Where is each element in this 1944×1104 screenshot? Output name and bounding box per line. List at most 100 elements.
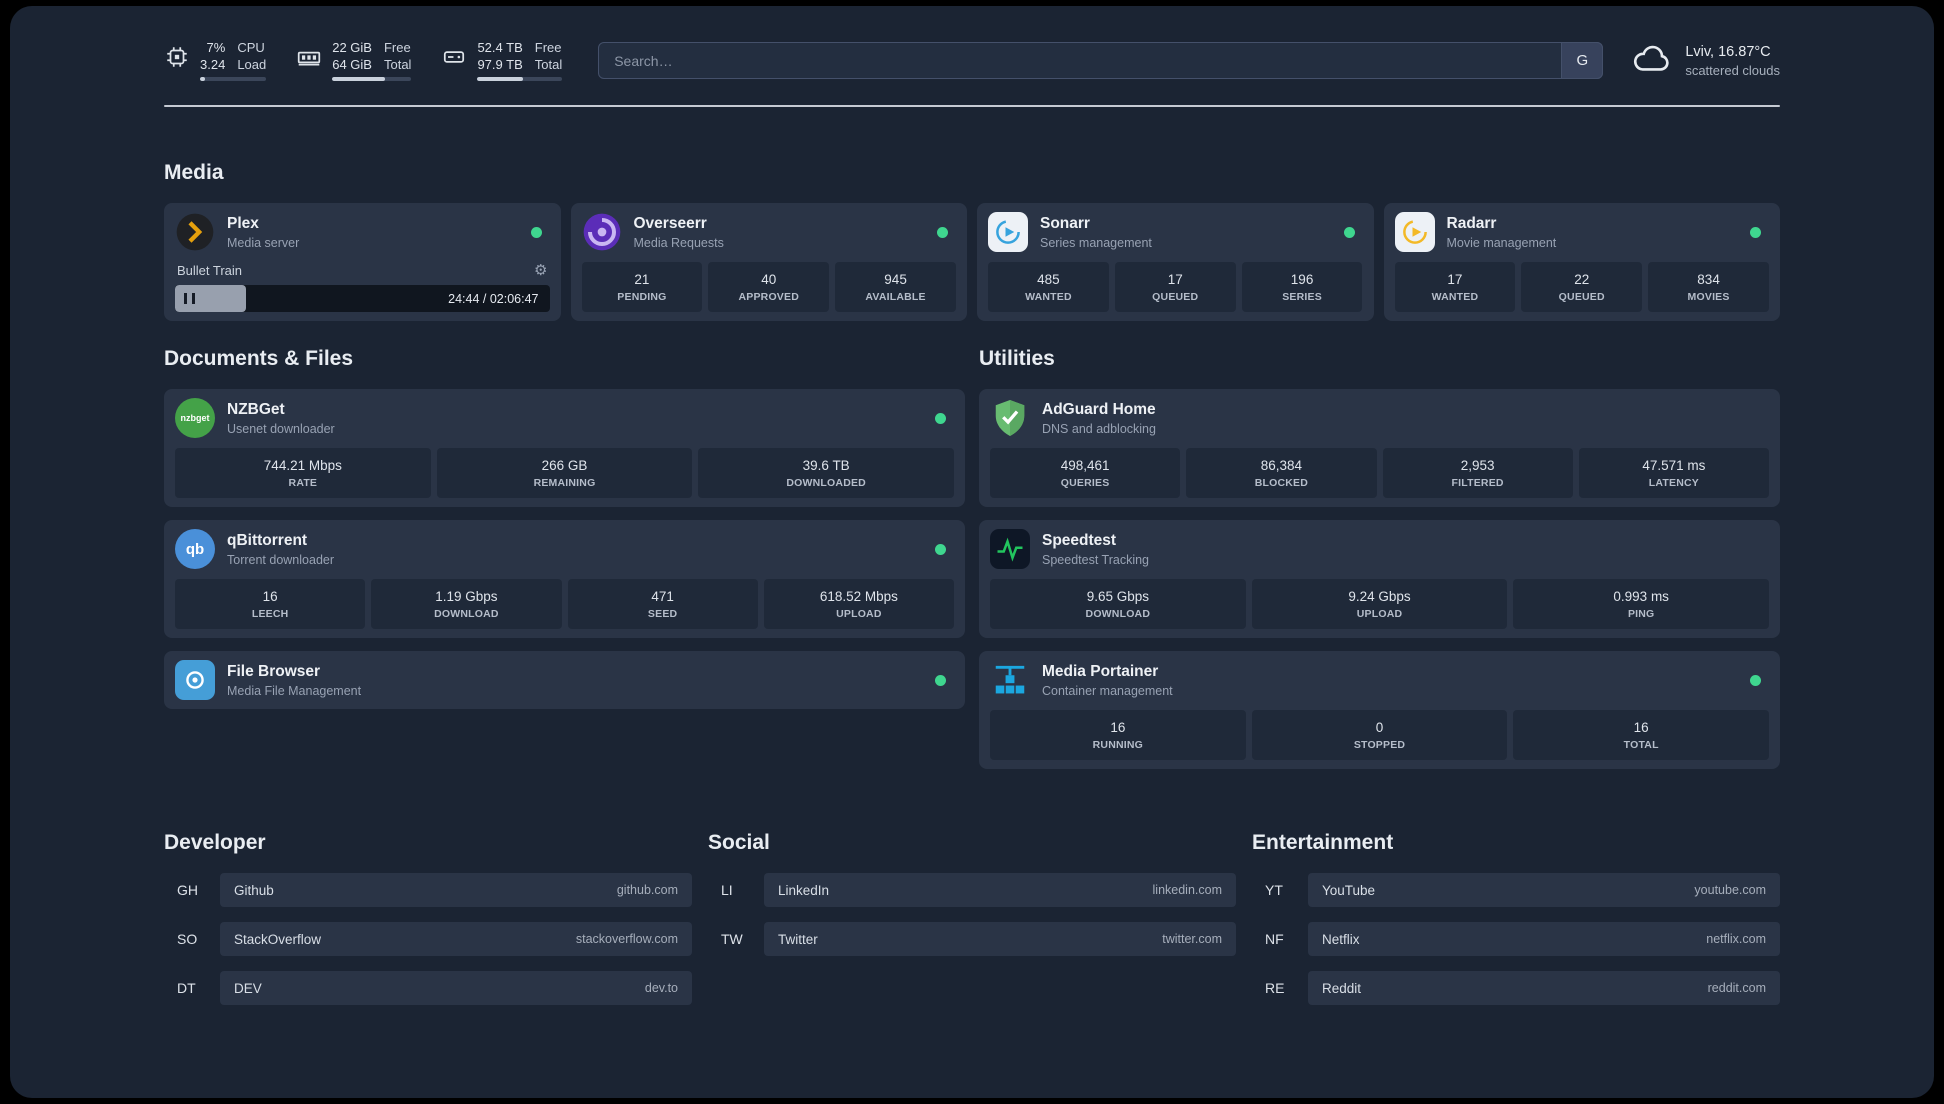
service-name: Speedtest xyxy=(1042,531,1117,549)
service-name: Overseerr xyxy=(633,214,707,232)
service-name: AdGuard Home xyxy=(1042,400,1156,418)
weather-condition: scattered clouds xyxy=(1685,62,1780,78)
service-card-overseerr: Overseerr Media Requests 21 PENDING 40 A… xyxy=(570,203,967,321)
disk-total-label: Total xyxy=(534,57,563,72)
service-card-qbittorrent: qb qBittorrent Torrent downloader 16 LEE… xyxy=(164,520,965,638)
service-card-filebrowser: File Browser Media File Management xyxy=(164,651,965,709)
bookmark-url: reddit.com xyxy=(1707,981,1766,995)
service-card-portainer: Media Portainer Container management 16 … xyxy=(979,651,1780,769)
service-desc: DNS and adblocking xyxy=(1042,421,1156,436)
service-card-radarr: Radarr Movie management 17 WANTED 22 QUE… xyxy=(1383,203,1780,321)
service-card-speedtest: Speedtest Speedtest Tracking 9.65 Gbps D… xyxy=(979,520,1780,638)
service-link-speedtest[interactable]: Speedtest Speedtest Tracking xyxy=(990,529,1769,569)
service-card-plex: Plex Media server Bullet Train ⚙ 24:44 /… xyxy=(164,203,561,321)
service-name: Radarr xyxy=(1446,214,1497,232)
section-title-utilities: Utilities xyxy=(979,347,1055,370)
stat-queries: 498,461 QUERIES xyxy=(990,448,1181,498)
bookmark-url: linkedin.com xyxy=(1152,883,1222,897)
bookmark-name: Twitter xyxy=(778,931,818,947)
service-desc: Container management xyxy=(1042,683,1173,698)
stat-latency: 47.571 ms LATENCY xyxy=(1578,448,1769,498)
speedtest-icon xyxy=(990,529,1030,569)
service-link-filebrowser[interactable]: File Browser Media File Management xyxy=(175,660,954,700)
bookmark-linkedin[interactable]: LI LinkedIn linkedin.com xyxy=(708,873,1236,907)
status-dot xyxy=(1343,226,1355,238)
service-link-radarr[interactable]: Radarr Movie management xyxy=(1394,212,1770,252)
service-link-plex[interactable]: Plex Media server xyxy=(175,212,550,252)
disk-icon xyxy=(441,44,467,75)
dashboard: 7% 3.24 CPU Load 22 GiB 64 GiB Free Tota… xyxy=(10,6,1934,1098)
bookmark-twitter[interactable]: TW Twitter twitter.com xyxy=(708,922,1236,956)
stat-queued: 22 QUEUED xyxy=(1521,262,1643,312)
disk-free-value: 52.4 TB xyxy=(477,40,523,55)
service-desc: Speedtest Tracking xyxy=(1042,552,1150,567)
memory-total-value: 64 GiB xyxy=(332,57,372,72)
cpu-load-label: Load xyxy=(237,57,267,72)
status-dot xyxy=(1750,674,1761,686)
bookmark-abbr: SO xyxy=(177,931,198,947)
bookmark-abbr: RE xyxy=(1265,980,1285,996)
bookmark-name: Reddit xyxy=(1322,980,1362,996)
service-link-nzbget[interactable]: nzbget NZBGet Usenet downloader xyxy=(175,398,954,438)
overseerr-icon xyxy=(582,212,622,252)
bookmark-name: StackOverflow xyxy=(234,931,322,947)
section-documents: Documents & Files nzbget NZBGet Usenet d… xyxy=(164,347,965,769)
sonarr-icon xyxy=(988,212,1028,252)
bookmark-abbr: TW xyxy=(721,931,743,947)
service-link-sonarr[interactable]: Sonarr Series management xyxy=(988,212,1363,252)
service-name: NZBGet xyxy=(227,400,285,418)
gear-icon[interactable]: ⚙ xyxy=(534,263,547,278)
bookmark-group-social: Social LI LinkedIn linkedin.com TW Twitt… xyxy=(708,831,1236,1005)
service-link-overseerr[interactable]: Overseerr Media Requests xyxy=(582,212,957,252)
stat-pending: 21 PENDING xyxy=(581,262,703,312)
service-desc: Movie management xyxy=(1446,235,1557,250)
bookmark-youtube[interactable]: YT YouTube youtube.com xyxy=(1252,873,1780,907)
stat-total: 16 TOTAL xyxy=(1513,710,1770,760)
stat-stopped: 0 STOPPED xyxy=(1251,710,1508,760)
service-name: Plex xyxy=(227,214,259,232)
bookmark-url: stackoverflow.com xyxy=(575,932,678,946)
cpu-load-value: 3.24 xyxy=(200,57,226,72)
service-link-adguard[interactable]: AdGuard Home DNS and adblocking xyxy=(990,398,1769,438)
stat-leech: 16 LEECH xyxy=(175,579,366,629)
cpu-widget: 7% 3.24 CPU Load xyxy=(164,40,267,81)
bookmark-abbr: YT xyxy=(1265,882,1283,898)
disk-bar xyxy=(477,77,563,81)
service-card-sonarr: Sonarr Series management 485 WANTED 17 Q… xyxy=(977,203,1374,321)
stat-approved: 40 APPROVED xyxy=(708,262,830,312)
bookmark-netflix[interactable]: NF Netflix netflix.com xyxy=(1252,922,1780,956)
bookmark-url: dev.to xyxy=(644,981,678,995)
service-card-adguard: AdGuard Home DNS and adblocking 498,461 … xyxy=(979,389,1780,507)
bookmark-github[interactable]: GH Github github.com xyxy=(164,873,692,907)
bookmark-url: netflix.com xyxy=(1706,932,1766,946)
section-media: Media Plex Media server Bullet Train ⚙ 2… xyxy=(164,161,1780,321)
section-title-social: Social xyxy=(708,831,770,854)
bookmark-reddit[interactable]: RE Reddit reddit.com xyxy=(1252,971,1780,1005)
bookmark-dev[interactable]: DT DEV dev.to xyxy=(164,971,692,1005)
service-desc: Series management xyxy=(1040,235,1152,250)
stat-download: 9.65 Gbps DOWNLOAD xyxy=(990,579,1246,629)
stat-ping: 0.993 ms PING xyxy=(1513,579,1770,629)
adguard-icon xyxy=(990,398,1030,438)
bookmark-stackoverflow[interactable]: SO StackOverflow stackoverflow.com xyxy=(164,922,692,956)
search-provider-button[interactable]: G xyxy=(1561,42,1604,79)
service-name: Media Portainer xyxy=(1042,662,1159,680)
service-link-qbittorrent[interactable]: qb qBittorrent Torrent downloader xyxy=(175,529,954,569)
service-name: qBittorrent xyxy=(227,531,308,549)
service-name: File Browser xyxy=(227,662,321,680)
service-link-portainer[interactable]: Media Portainer Container management xyxy=(990,660,1769,700)
pause-icon[interactable] xyxy=(184,293,195,304)
status-dot xyxy=(935,543,946,555)
stat-queued: 17 QUEUED xyxy=(1114,262,1236,312)
status-dot xyxy=(530,226,542,238)
search-bar: G xyxy=(598,42,1604,79)
status-dot xyxy=(935,674,946,686)
service-desc: Usenet downloader xyxy=(227,421,335,436)
stat-movies: 834 MOVIES xyxy=(1648,262,1769,312)
memory-icon xyxy=(296,44,322,75)
section-utilities: Utilities AdGuard Home DNS and adblockin… xyxy=(979,347,1780,769)
service-desc: Media Requests xyxy=(633,235,724,250)
search-input[interactable] xyxy=(598,42,1604,79)
section-title-documents: Documents & Files xyxy=(164,347,354,370)
playback-progress-bar[interactable]: 24:44 / 02:06:47 xyxy=(175,285,550,312)
